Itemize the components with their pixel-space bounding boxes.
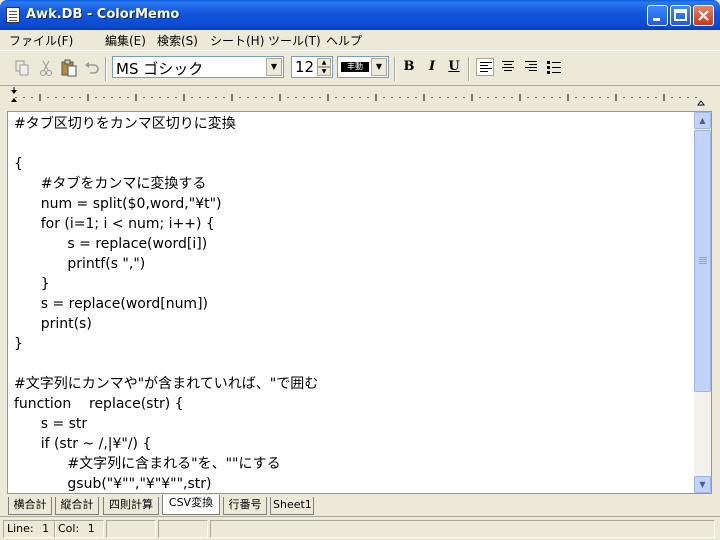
- code-line: #タブをカンマに変換する: [14, 176, 207, 192]
- align-center-button[interactable]: [499, 58, 517, 76]
- line-style-select[interactable]: 丰動 ▼: [337, 56, 389, 78]
- bullet-list-icon: [547, 61, 561, 74]
- code-line: s = replace(word[i]): [14, 236, 208, 252]
- code-line: num = split($0,word,"¥t"): [14, 196, 222, 212]
- code-line: #文字列に含まれる"を、""にする: [14, 456, 281, 472]
- align-right-icon: [525, 61, 537, 73]
- align-center-icon: [502, 61, 514, 73]
- italic-button[interactable]: I: [423, 58, 441, 76]
- status-pane-empty: [106, 520, 156, 538]
- grip-icon: [699, 257, 707, 265]
- menu-bar: ファイル(F) 編集(E) 検索(S) シート(H) ツール(T) ヘルプ: [0, 30, 720, 50]
- code-line: function replace(str) {: [14, 396, 184, 412]
- status-pane-message: [210, 520, 715, 538]
- tab-shisoku-keisan[interactable]: 四則計算: [103, 497, 159, 515]
- notepad-icon[interactable]: [6, 7, 20, 23]
- code-line: printf(s ","): [14, 256, 146, 272]
- menu-help[interactable]: ヘルプ: [326, 32, 362, 49]
- tab-sheet1[interactable]: Sheet1: [270, 497, 314, 515]
- toolbar-separator: [394, 57, 396, 81]
- code-line: #文字列にカンマや"が含まれていれば、"で囲む: [14, 376, 319, 392]
- chevron-down-icon[interactable]: ▼: [371, 58, 387, 76]
- undo-icon[interactable]: [83, 59, 101, 77]
- maximize-button[interactable]: [670, 5, 691, 26]
- scroll-up-button[interactable]: ▲: [694, 112, 711, 129]
- bullet-list-button[interactable]: [545, 58, 563, 76]
- code-line: #タブ区切りをカンマ区切りに変換: [14, 116, 236, 132]
- status-bar: Line: 1 Col: 1: [0, 516, 720, 540]
- status-col: Col: 1: [54, 520, 104, 538]
- code-line: s = replace(word[num]): [14, 296, 208, 312]
- maximize-icon: [674, 9, 687, 21]
- code-line: }: [14, 276, 50, 292]
- status-pane-empty: [158, 520, 208, 538]
- status-line-label: Line:: [7, 522, 34, 535]
- close-button[interactable]: [693, 5, 714, 26]
- minimize-button[interactable]: [647, 5, 668, 26]
- toolbar-separator: [105, 57, 107, 81]
- spin-up-icon[interactable]: ▲: [317, 58, 331, 67]
- line-style-value: 丰動: [341, 62, 369, 72]
- underline-button[interactable]: U: [445, 58, 463, 76]
- bold-button[interactable]: B: [400, 58, 418, 76]
- tab-gyo-bango[interactable]: 行番号: [223, 497, 267, 515]
- vertical-scrollbar[interactable]: ▲ ▼: [694, 112, 711, 493]
- toolbar-separator: [468, 57, 470, 81]
- editor-text-area[interactable]: #タブ区切りをカンマ区切りに変換 { #タブをカンマに変換する num = spl…: [14, 114, 694, 492]
- minimize-icon: [653, 18, 660, 21]
- cut-icon[interactable]: [37, 59, 55, 77]
- chevron-down-icon[interactable]: ▼: [266, 58, 282, 76]
- align-left-icon: [480, 62, 492, 74]
- code-line: }: [14, 336, 23, 352]
- code-line: gsub("¥"","¥"¥"",str): [14, 476, 212, 492]
- status-col-label: Col:: [58, 522, 80, 535]
- scroll-down-button[interactable]: ▼: [694, 476, 711, 493]
- code-line: print(s): [14, 316, 92, 332]
- tab-csv-henkan[interactable]: CSV変換: [162, 495, 220, 515]
- align-left-button[interactable]: [476, 58, 494, 76]
- paste-icon[interactable]: [60, 59, 78, 77]
- ruler[interactable]: [0, 87, 720, 109]
- scroll-thumb[interactable]: [694, 130, 711, 392]
- spin-down-icon[interactable]: ▼: [317, 67, 331, 76]
- menu-sheet[interactable]: シート(H): [210, 32, 264, 49]
- menu-edit[interactable]: 編集(E): [105, 32, 146, 49]
- status-line: Line: 1: [3, 520, 56, 538]
- status-col-value: 1: [87, 522, 95, 535]
- align-right-button[interactable]: [522, 58, 540, 76]
- window-title: Awk.DB - ColorMemo: [26, 7, 180, 22]
- tab-tate-gokei[interactable]: 縦合計: [55, 497, 99, 515]
- code-line: for (i=1; i < num; i++) {: [14, 216, 215, 232]
- status-line-value: 1: [42, 522, 50, 535]
- close-icon: [698, 10, 709, 21]
- code-line: if (str ~ /,|¥"/) {: [14, 436, 152, 452]
- menu-search[interactable]: 検索(S): [157, 32, 198, 49]
- font-size-stepper[interactable]: 12 ▲ ▼: [291, 56, 333, 78]
- font-size-value: 12: [295, 58, 315, 76]
- tab-yoko-gokei[interactable]: 横合計: [8, 497, 52, 515]
- code-line: s = str: [14, 416, 88, 432]
- menu-file[interactable]: ファイル(F): [9, 32, 73, 49]
- title-bar: Awk.DB - ColorMemo: [0, 0, 720, 30]
- copy-icon[interactable]: [13, 59, 31, 77]
- menu-tools[interactable]: ツール(T): [268, 32, 321, 49]
- font-name-select[interactable]: MS ゴシック ▼: [112, 56, 284, 78]
- text-editor[interactable]: #タブ区切りをカンマ区切りに変換 { #タブをカンマに変換する num = spl…: [7, 111, 712, 494]
- sheet-tabs: 横合計 縦合計 四則計算 CSV変換 行番号 Sheet1: [0, 495, 720, 515]
- font-name-value: MS ゴシック: [116, 60, 204, 78]
- code-line: {: [14, 156, 23, 172]
